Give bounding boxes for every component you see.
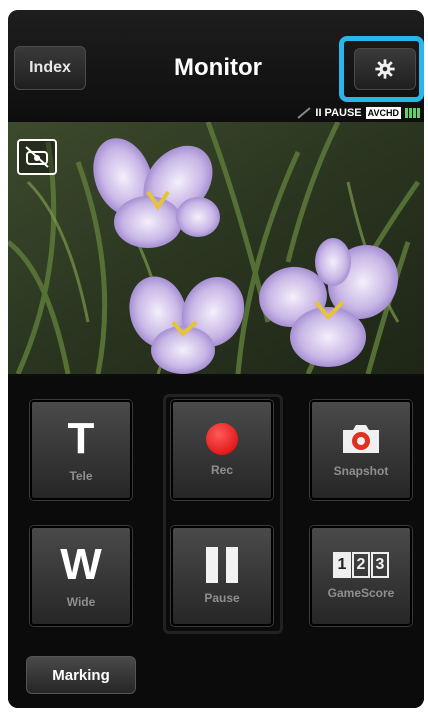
pause-label: Pause: [204, 591, 240, 605]
camera-off-icon: [25, 146, 49, 168]
preview-image: [8, 122, 424, 374]
snapshot-button[interactable]: Snapshot: [310, 400, 412, 500]
tele-glyph: T: [67, 414, 95, 463]
index-button[interactable]: Index: [14, 46, 86, 90]
score-digit: 2: [352, 552, 370, 578]
gamescore-label: GameScore: [327, 586, 395, 600]
pause-status: II PAUSE: [315, 107, 362, 119]
top-bar: Index Monitor II PAUSE AVCHD: [8, 10, 424, 120]
format-badge: AVCHD: [365, 107, 401, 119]
page-title: Monitor: [174, 54, 262, 81]
score-digit: 1: [333, 552, 351, 578]
app-screen: Index Monitor II PAUSE AVCHD T Tele Rec …: [8, 10, 424, 708]
camera-off-button[interactable]: [17, 139, 57, 175]
rec-label: Rec: [210, 463, 233, 477]
settings-button[interactable]: [354, 48, 416, 90]
pause-icon: [206, 547, 238, 583]
battery-icon: [405, 108, 420, 118]
wide-glyph: W: [60, 540, 102, 589]
camera-icon: [343, 425, 379, 453]
tele-label: Tele: [69, 469, 93, 483]
pause-button[interactable]: Pause: [171, 526, 273, 626]
wide-label: Wide: [66, 595, 96, 609]
wifi-signal-icon: [297, 107, 312, 119]
gamescore-button[interactable]: 1 2 3 GameScore: [310, 526, 412, 626]
wide-button[interactable]: W Wide: [30, 526, 132, 626]
live-preview: [8, 122, 424, 374]
scoreboard-icon: 1 2 3: [333, 552, 389, 578]
control-panel: T Tele Rec Snapshot W Wide Pause 1 2 3 G…: [8, 376, 424, 708]
score-digit: 3: [371, 552, 389, 578]
gear-icon: [375, 59, 395, 79]
tele-button[interactable]: T Tele: [30, 400, 132, 500]
record-icon: [206, 423, 238, 455]
marking-button[interactable]: Marking: [26, 656, 136, 694]
snapshot-label: Snapshot: [333, 464, 389, 478]
status-line: II PAUSE AVCHD: [297, 106, 420, 120]
rec-button[interactable]: Rec: [171, 400, 273, 500]
